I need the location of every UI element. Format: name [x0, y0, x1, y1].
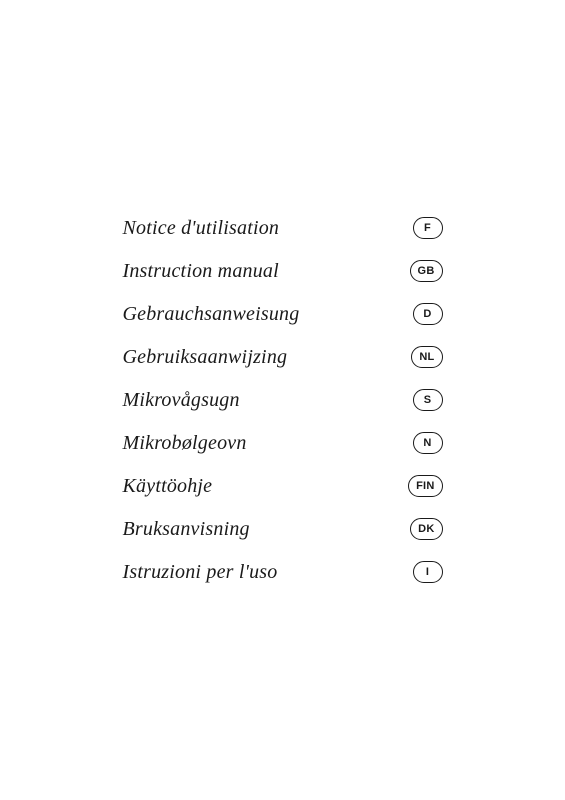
language-code: GB: [418, 265, 435, 277]
list-item[interactable]: Istruzioni per l'uso I: [123, 551, 443, 594]
manual-title: Käyttöohje: [123, 475, 213, 498]
language-code: S: [424, 394, 432, 406]
language-badge: N: [413, 432, 443, 454]
list-item[interactable]: Instruction manual GB: [123, 250, 443, 293]
language-code: FIN: [416, 480, 434, 492]
manual-title: Gebrauchsanweisung: [123, 303, 300, 326]
language-badge: FIN: [408, 475, 442, 497]
list-item[interactable]: Mikrovågsugn S: [123, 379, 443, 422]
language-code: NL: [419, 351, 434, 363]
language-code: F: [424, 222, 431, 234]
language-badge: D: [413, 303, 443, 325]
list-item[interactable]: Mikrobølgeovn N: [123, 422, 443, 465]
language-badge: S: [413, 389, 443, 411]
list-item[interactable]: Gebruiksaanwijzing NL: [123, 336, 443, 379]
language-badge: I: [413, 561, 443, 583]
language-code: DK: [418, 523, 434, 535]
language-badge: DK: [410, 518, 442, 540]
language-badge: GB: [410, 260, 443, 282]
manual-title: Mikrobølgeovn: [123, 432, 247, 455]
list-item[interactable]: Notice d'utilisation F: [123, 207, 443, 250]
page: Notice d'utilisation F Instruction manual G…: [0, 0, 565, 800]
language-badge: NL: [411, 346, 442, 368]
list-item[interactable]: Bruksanvisning DK: [123, 508, 443, 551]
list-item[interactable]: Gebrauchsanweisung D: [123, 293, 443, 336]
manual-title: Bruksanvisning: [123, 518, 250, 541]
language-code: D: [423, 308, 431, 320]
language-code: N: [423, 437, 431, 449]
manual-title: Instruction manual: [123, 260, 279, 283]
manual-title: Gebruiksaanwijzing: [123, 346, 288, 369]
manual-title: Notice d'utilisation: [123, 217, 280, 240]
manual-list: Notice d'utilisation F Instruction manual G…: [123, 187, 443, 614]
manual-title: Istruzioni per l'uso: [123, 561, 278, 584]
language-code: I: [426, 566, 429, 578]
language-badge: F: [413, 217, 443, 239]
manual-title: Mikrovågsugn: [123, 389, 240, 412]
list-item[interactable]: Käyttöohje FIN: [123, 465, 443, 508]
